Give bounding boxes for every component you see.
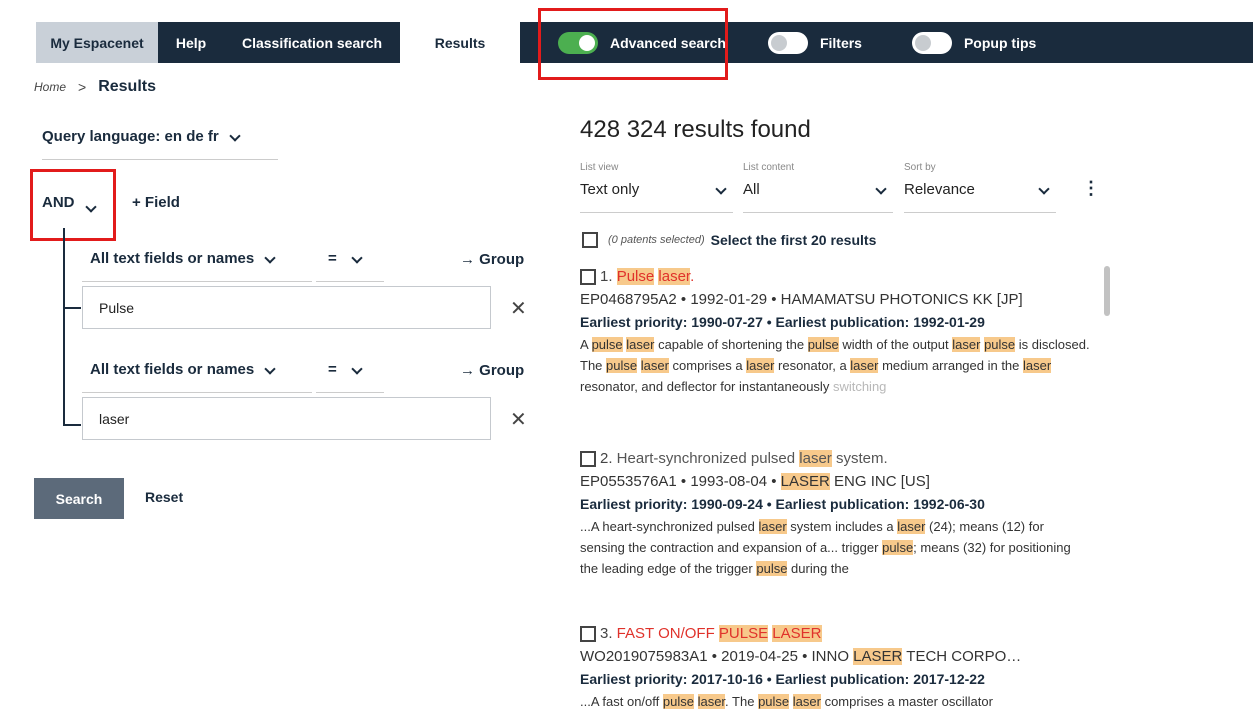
filters-toggle-item[interactable]: Filters xyxy=(767,22,862,63)
chevron-down-icon xyxy=(229,130,241,142)
result-abstract: ...A heart-synchronized pulsed laser sys… xyxy=(580,519,1071,576)
result-checkbox[interactable] xyxy=(580,625,596,642)
list-view-control[interactable]: List view Text only xyxy=(580,162,733,213)
result-number: 2. xyxy=(600,450,613,467)
list-content-control[interactable]: List content All xyxy=(743,162,893,213)
result-title[interactable]: FAST ON/OFF PULSE LASER xyxy=(613,625,822,642)
result-priority: Earliest priority: 1990-09-24 • Earliest… xyxy=(580,496,985,512)
breadcrumb-home[interactable]: Home xyxy=(34,80,66,94)
popup-tips-toggle-item[interactable]: Popup tips xyxy=(911,22,1037,63)
group-link[interactable]: → Group xyxy=(460,251,524,268)
operator-label: AND xyxy=(42,194,75,211)
reset-button[interactable]: Reset xyxy=(145,489,183,505)
sort-by-control[interactable]: Sort by Relevance xyxy=(904,162,1056,213)
toggle-knob xyxy=(770,34,787,51)
tab-classification-search[interactable]: Classification search xyxy=(224,22,400,63)
breadcrumb: Home > Results xyxy=(34,78,156,96)
list-content-select[interactable]: All xyxy=(743,181,893,213)
list-view-value: Text only xyxy=(580,181,640,198)
popup-tips-toggle[interactable] xyxy=(911,31,952,54)
chevron-down-icon xyxy=(264,363,276,375)
result-title[interactable]: Pulse laser. xyxy=(613,268,694,285)
result-priority: Earliest priority: 1990-07-27 • Earliest… xyxy=(580,314,985,330)
field-type-select[interactable]: All text fields or names xyxy=(82,250,312,282)
result-meta-suffix: TECH CORPO… xyxy=(906,648,1022,665)
tree-branch xyxy=(63,307,81,309)
result-item: 2. Heart-synchronized pulsed laser syste… xyxy=(580,450,1092,579)
search-term-input[interactable]: Pulse xyxy=(82,286,491,329)
tab-results[interactable]: Results xyxy=(400,22,520,63)
search-button[interactable]: Search xyxy=(34,478,124,519)
result-meta-prefix: WO2019075983A1 • 2019-04-25 • INNO xyxy=(580,648,849,665)
query-language-select[interactable]: Query language: en de fr xyxy=(42,128,278,160)
tree-branch xyxy=(63,424,81,426)
chevron-down-icon xyxy=(264,252,276,264)
breadcrumb-separator: > xyxy=(78,79,87,95)
toggle-knob xyxy=(914,34,931,51)
boolean-operator-select[interactable]: AND xyxy=(42,194,97,213)
close-icon[interactable]: ✕ xyxy=(510,407,527,432)
result-title-line[interactable]: 2. Heart-synchronized pulsed laser syste… xyxy=(580,450,1092,467)
sort-by-value: Relevance xyxy=(904,181,975,198)
add-field-button[interactable]: + Field xyxy=(132,194,180,211)
result-number: 1. xyxy=(600,268,613,285)
annotation-box-advanced-search xyxy=(538,8,728,80)
field-type-select[interactable]: All text fields or names xyxy=(82,361,312,393)
results-count: 428 324 results found xyxy=(580,116,811,143)
result-title[interactable]: Heart-synchronized pulsed laser system. xyxy=(613,450,888,467)
field-row: All text fields or names = xyxy=(82,361,384,393)
chevron-down-icon xyxy=(351,252,363,264)
result-title-line[interactable]: 3. FAST ON/OFF PULSE LASER xyxy=(580,625,1092,642)
list-view-label: List view xyxy=(580,162,619,173)
chevron-down-icon xyxy=(351,363,363,375)
chevron-down-icon xyxy=(715,183,727,195)
result-meta: EP0468795A2 • 1992-01-29 • HAMAMATSU PHO… xyxy=(580,291,1023,308)
field-type-label: All text fields or names xyxy=(90,250,255,267)
select-all-checkbox[interactable] xyxy=(582,232,598,248)
scrollbar-thumb[interactable] xyxy=(1104,266,1110,316)
select-first-20-link[interactable]: Select the first 20 results xyxy=(711,232,877,248)
tree-connector xyxy=(63,228,65,426)
result-meta-suffix: ENG INC [US] xyxy=(834,473,930,490)
result-abstract: ...A fast on/off pulse laser. The pulse … xyxy=(580,694,993,709)
result-title-line[interactable]: 1. Pulse laser. xyxy=(580,268,1092,285)
comparison-operator-select[interactable]: = xyxy=(316,361,384,393)
close-icon[interactable]: ✕ xyxy=(510,296,527,321)
result-checkbox[interactable] xyxy=(580,450,596,467)
filters-toggle[interactable] xyxy=(767,31,808,54)
comparison-operator-label: = xyxy=(328,250,337,267)
result-priority: Earliest priority: 2017-10-16 • Earliest… xyxy=(580,671,985,687)
group-link[interactable]: → Group xyxy=(460,362,524,379)
sort-by-label: Sort by xyxy=(904,162,936,173)
comparison-operator-label: = xyxy=(328,361,337,378)
result-meta: WO2019075983A1 • 2019-04-25 • INNO LASER… xyxy=(580,648,1022,665)
selected-count: (0 patents selected) xyxy=(608,234,705,246)
popup-tips-label: Popup tips xyxy=(963,34,1037,51)
chevron-down-icon xyxy=(1038,183,1050,195)
sort-by-select[interactable]: Relevance xyxy=(904,181,1056,213)
tab-my-espacenet[interactable]: My Espacenet xyxy=(36,22,158,63)
chevron-down-icon xyxy=(875,183,887,195)
result-meta: EP0553576A1 • 1993-08-04 • LASER ENG INC… xyxy=(580,473,930,490)
tab-help[interactable]: Help xyxy=(158,22,224,63)
more-options-icon[interactable]: ⋮ xyxy=(1082,178,1100,199)
select-all-row: (0 patents selected) Select the first 20… xyxy=(582,232,876,248)
breadcrumb-current: Results xyxy=(98,78,156,95)
result-abstract: A pulse laser capable of shortening the … xyxy=(580,337,1090,394)
chevron-down-icon xyxy=(84,200,97,213)
result-item: 1. Pulse laser. EP0468795A2 • 1992-01-29… xyxy=(580,268,1092,397)
field-row: All text fields or names = xyxy=(82,250,384,282)
field-type-label: All text fields or names xyxy=(90,361,255,378)
list-view-select[interactable]: Text only xyxy=(580,181,733,213)
result-item: 3. FAST ON/OFF PULSE LASER WO2019075983A… xyxy=(580,625,1092,712)
search-term-input[interactable]: laser xyxy=(82,397,491,440)
filters-label: Filters xyxy=(819,34,862,51)
list-content-value: All xyxy=(743,181,760,198)
comparison-operator-select[interactable]: = xyxy=(316,250,384,282)
result-checkbox[interactable] xyxy=(580,268,596,285)
list-content-label: List content xyxy=(743,162,795,173)
result-number: 3. xyxy=(600,625,613,642)
query-language-label: Query language: en de fr xyxy=(42,128,219,145)
